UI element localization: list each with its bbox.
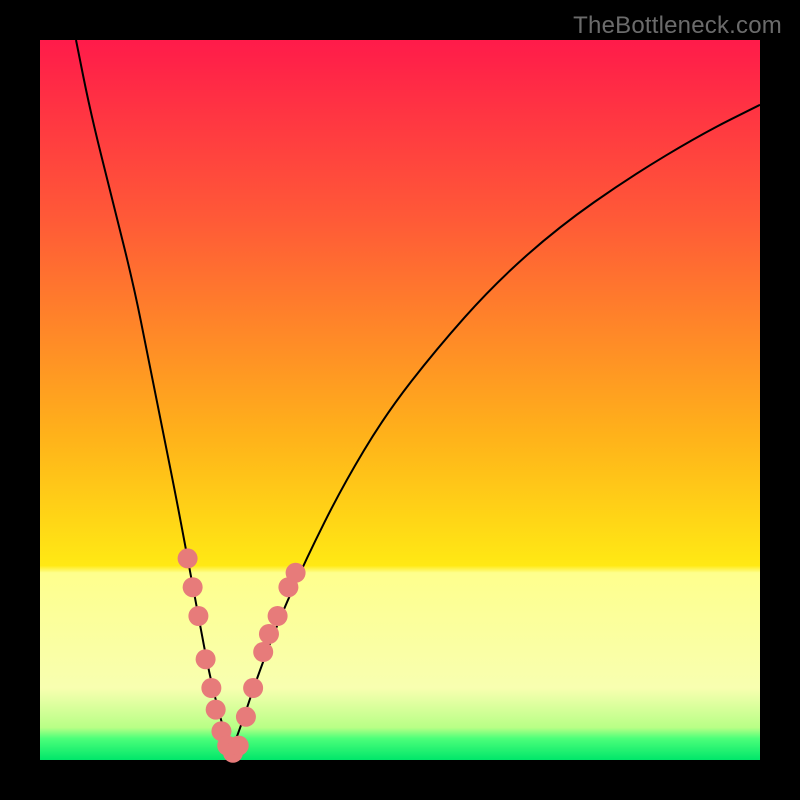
marker-group: [178, 548, 306, 762]
data-marker: [268, 606, 288, 626]
data-marker: [178, 548, 198, 568]
data-marker: [188, 606, 208, 626]
plot-area: [40, 40, 760, 760]
data-marker: [286, 563, 306, 583]
data-marker: [243, 678, 263, 698]
data-marker: [229, 736, 249, 756]
data-marker: [201, 678, 221, 698]
curve-left: [76, 40, 231, 753]
watermark-label: TheBottleneck.com: [573, 12, 782, 40]
data-marker: [183, 577, 203, 597]
data-marker: [206, 700, 226, 720]
data-marker: [253, 642, 273, 662]
chart-frame: TheBottleneck.com: [0, 0, 800, 800]
curve-right: [231, 105, 760, 753]
data-marker: [236, 707, 256, 727]
curve-layer: [40, 40, 760, 760]
data-marker: [196, 649, 216, 669]
data-marker: [259, 624, 279, 644]
